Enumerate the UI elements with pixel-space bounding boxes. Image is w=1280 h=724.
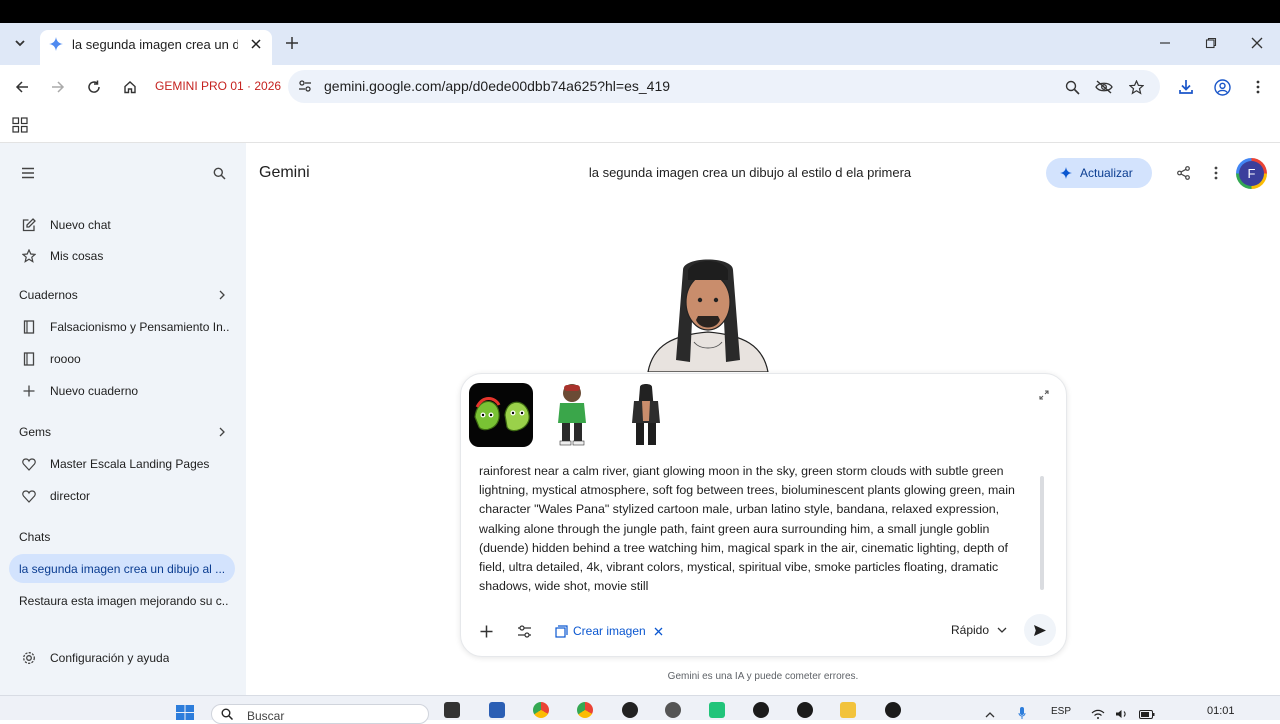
edit-icon (20, 216, 38, 234)
share-icon[interactable] (1174, 164, 1192, 182)
send-icon (1031, 621, 1049, 639)
gemini-favicon-icon (48, 36, 64, 52)
chevron-right-icon[interactable] (213, 286, 231, 304)
minimize-icon[interactable] (1155, 33, 1175, 53)
chat-list-item-active[interactable]: la segunda imagen crea un dibujo al ... (19, 562, 225, 576)
site-settings-icon[interactable] (296, 77, 314, 95)
restore-icon[interactable] (1201, 33, 1221, 53)
store-app-icon[interactable] (489, 702, 505, 718)
settings-gear-icon (20, 649, 38, 667)
gem-icon (20, 455, 38, 473)
app-icon[interactable] (709, 702, 725, 718)
sidebar: Nuevo chat Mis cosas Cuadernos Falsacion… (0, 143, 246, 695)
eye-off-icon[interactable] (1094, 77, 1114, 97)
attachment-thumbnail[interactable] (469, 383, 533, 447)
bookmark-star-icon[interactable] (1126, 77, 1146, 97)
chevron-right-icon[interactable] (213, 423, 231, 441)
sidebar-item-nuevo-chat[interactable]: Nuevo chat (50, 218, 111, 232)
download-icon[interactable] (1176, 77, 1196, 97)
prompt-textarea[interactable]: rainforest near a calm river, giant glow… (479, 462, 1035, 600)
apps-grid-icon[interactable] (10, 115, 30, 135)
tray-chevron-up-icon[interactable] (983, 708, 997, 720)
file-explorer-icon[interactable] (840, 702, 856, 718)
language-indicator[interactable]: ESP (1051, 706, 1071, 717)
mode-selector[interactable]: Rápido (951, 623, 989, 637)
notebooks-heading[interactable]: Cuadernos (19, 288, 78, 302)
task-view-icon[interactable] (444, 702, 460, 718)
chat-list-item[interactable]: Restaura esta imagen mejorando su c... (19, 594, 229, 608)
clock-time[interactable]: 01:01 (1207, 705, 1235, 717)
chrome-app-icon[interactable] (533, 702, 549, 718)
tools-icon[interactable] (514, 621, 534, 641)
app-title[interactable]: Gemini (259, 164, 310, 182)
sidebar-search-icon[interactable] (209, 163, 229, 183)
battery-icon[interactable] (1138, 708, 1156, 720)
attachment-thumbnail[interactable] (614, 383, 678, 447)
taskbar-search-box[interactable] (211, 704, 429, 724)
wifi-icon[interactable] (1090, 708, 1106, 720)
chevron-down-icon[interactable] (994, 622, 1010, 638)
shapes-icon (20, 247, 38, 265)
back-icon[interactable] (12, 77, 32, 97)
chats-heading: Chats (19, 530, 51, 544)
disclaimer-text: Gemini es una IA y puede cometer errores… (667, 671, 859, 682)
screen-top-bar (0, 0, 1280, 23)
sidebar-gem-item[interactable]: director (50, 489, 90, 503)
tab-search-icon[interactable] (10, 33, 30, 53)
sidebar-new-notebook[interactable]: Nuevo cuaderno (50, 384, 138, 398)
remove-tool-icon[interactable] (650, 623, 666, 639)
microphone-icon[interactable] (1015, 705, 1029, 720)
generated-image-preview[interactable] (628, 250, 788, 372)
sidebar-gem-item[interactable]: Master Escala Landing Pages (50, 457, 209, 471)
forward-icon[interactable] (48, 77, 68, 97)
taskbar-search-placeholder: Buscar (247, 709, 285, 723)
sparkle-icon (1058, 165, 1074, 181)
image-tool-icon (552, 622, 570, 640)
expand-icon[interactable] (1036, 387, 1052, 403)
notebook-icon (20, 350, 38, 368)
tab-title: la segunda imagen crea un dibujo al esti… (72, 37, 238, 52)
chat-title[interactable]: la segunda imagen crea un dibujo al esti… (500, 165, 1000, 180)
browser-menu-icon[interactable] (1248, 77, 1268, 97)
gems-heading[interactable]: Gems (19, 425, 51, 439)
more-options-icon[interactable] (1207, 164, 1225, 182)
new-tab-icon[interactable] (282, 33, 302, 53)
bookmarks-bar (0, 109, 1280, 143)
close-window-icon[interactable] (1247, 33, 1267, 53)
prompt-scrollbar[interactable] (1040, 476, 1044, 590)
volume-icon[interactable] (1114, 708, 1130, 720)
home-icon[interactable] (120, 77, 140, 97)
hamburger-menu-icon[interactable] (18, 163, 38, 183)
tool-chip-label[interactable]: Crear imagen (573, 624, 646, 638)
app-icon[interactable] (885, 702, 901, 718)
bookmark-shortcut[interactable]: GEMINI PRO 01 · 2026 (155, 79, 281, 93)
chrome-profile-app-icon[interactable] (577, 702, 593, 718)
zoom-icon[interactable] (1062, 77, 1082, 97)
close-tab-icon[interactable] (248, 36, 264, 52)
profile-icon[interactable] (1212, 77, 1232, 97)
settings-help-link[interactable]: Configuración y ayuda (50, 651, 169, 665)
app-icon[interactable] (622, 702, 638, 718)
plus-icon (20, 382, 38, 400)
sidebar-item-mis-cosas[interactable]: Mis cosas (50, 249, 103, 263)
app-icon[interactable] (797, 702, 813, 718)
notebook-icon (20, 318, 38, 336)
app-icon[interactable] (665, 702, 681, 718)
gem-icon (20, 487, 38, 505)
attachment-thumbnail[interactable] (540, 383, 604, 447)
taskbar-search-icon (220, 708, 234, 720)
url-text[interactable]: gemini.google.com/app/d0ede00dbb74a625?h… (324, 78, 670, 94)
avatar-inner: F (1239, 161, 1264, 186)
windows-start-icon[interactable] (174, 704, 196, 720)
add-attachment-icon[interactable] (476, 621, 496, 641)
app-icon[interactable] (753, 702, 769, 718)
reload-icon[interactable] (84, 77, 104, 97)
sidebar-notebook-item[interactable]: Falsacionismo y Pensamiento In... (50, 320, 230, 334)
upgrade-label: Actualizar (1080, 166, 1133, 180)
sidebar-notebook-item[interactable]: roooo (50, 352, 81, 366)
